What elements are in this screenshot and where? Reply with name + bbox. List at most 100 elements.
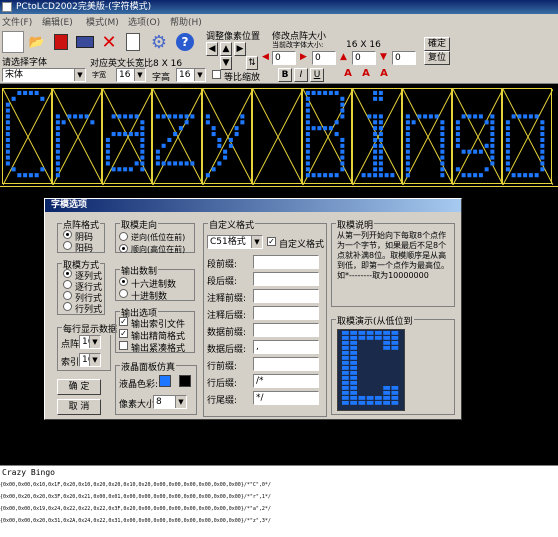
custom-field-input[interactable] [253, 357, 319, 371]
chevron-down-icon[interactable]: ▼ [89, 336, 100, 348]
document-icon[interactable] [122, 31, 144, 53]
bold-button[interactable]: B [278, 68, 292, 82]
menu-help[interactable]: 帮助(H) [170, 15, 202, 28]
lcd-off-color-swatch[interactable] [179, 375, 191, 387]
custom-field-input[interactable]: */ [253, 391, 319, 405]
glyph-dot [484, 167, 489, 172]
char-cell[interactable] [2, 88, 53, 185]
char-cell[interactable] [102, 88, 153, 185]
settings-gear-icon[interactable]: ⚙ [148, 31, 170, 53]
custom-field-input[interactable] [253, 255, 319, 269]
char-cell[interactable] [252, 88, 303, 185]
char-cell[interactable] [352, 88, 403, 185]
menu-edit[interactable]: 编辑(E) [42, 15, 73, 28]
preview-dot [350, 391, 357, 395]
radio-forward[interactable] [119, 244, 128, 253]
checkbox-index-file[interactable]: ✓ [119, 317, 128, 326]
char-cell[interactable] [52, 88, 103, 185]
radio-yangma[interactable] [63, 241, 72, 250]
left-spin[interactable]: 0 [272, 51, 296, 65]
help-icon[interactable]: ? [174, 31, 196, 53]
delete-icon[interactable]: ✕ [98, 31, 120, 53]
menu-options[interactable]: 选项(O) [128, 15, 160, 28]
proportional-checkbox[interactable] [212, 70, 221, 79]
flip-button[interactable]: ⇅ [246, 56, 258, 70]
pixel-size-select[interactable]: 8 ▼ [153, 395, 187, 409]
shift-up-button[interactable]: ▲ [220, 42, 232, 56]
char-cell[interactable] [452, 88, 503, 185]
open-folder-icon[interactable]: 📂 [26, 31, 48, 53]
save-icon[interactable] [50, 31, 72, 53]
char-cell[interactable] [502, 88, 553, 185]
radio-dec[interactable] [119, 289, 128, 298]
desc-title: 取模说明 [336, 218, 375, 231]
rotate-icon[interactable]: A [358, 65, 374, 81]
chevron-down-icon[interactable]: ▼ [194, 69, 205, 81]
font-select[interactable]: 宋体 ▼ [2, 68, 86, 82]
underline-button[interactable]: U [310, 68, 324, 82]
mirror-icon[interactable]: A [340, 65, 356, 81]
glyph-dot [411, 120, 416, 125]
preview-dot [383, 391, 390, 395]
menu-file[interactable]: 文件(F) [2, 15, 32, 28]
custom-field-input[interactable] [253, 323, 319, 337]
chevron-down-icon[interactable]: ▼ [251, 236, 262, 248]
dot-count-select[interactable]: 16 ▼ [79, 335, 101, 349]
down-spin[interactable]: 0 [392, 51, 416, 65]
radio-column[interactable] [63, 269, 72, 278]
preview-dot [342, 396, 349, 400]
menu-mode[interactable]: 模式(M) [86, 15, 119, 28]
up-spin[interactable]: 0 [352, 51, 376, 65]
char-cell[interactable] [202, 88, 253, 185]
cancel-button[interactable]: 取 消 [57, 399, 101, 415]
italic-button[interactable]: I [294, 68, 308, 82]
radio-hex[interactable] [119, 277, 128, 286]
radio-reverse[interactable] [119, 232, 128, 241]
right-spin[interactable]: 0 [312, 51, 336, 65]
invert-icon[interactable]: A [376, 65, 392, 81]
glyph-dot [490, 126, 495, 131]
chevron-down-icon[interactable]: ▼ [89, 354, 100, 366]
lcd-on-color-swatch[interactable] [159, 375, 171, 387]
glyph-dot [111, 132, 116, 137]
output-text-area[interactable]: Crazy Bingo {0x00,0x00,0x10,0x1F,0x20,0x… [0, 465, 558, 537]
custom-field-input[interactable] [253, 289, 319, 303]
radio-row[interactable] [63, 280, 72, 289]
checkbox-compact[interactable]: ✓ [119, 329, 128, 338]
new-file-icon[interactable] [2, 31, 24, 53]
format-select[interactable]: C51格式 ▼ [207, 235, 263, 249]
radio-column-row[interactable] [63, 291, 72, 300]
glyph-dot [467, 114, 472, 119]
char-cell[interactable] [152, 88, 203, 185]
custom-format-checkbox[interactable]: ✓ [267, 237, 276, 246]
char-height-select[interactable]: 16 ▼ [176, 68, 206, 82]
restore-size-button[interactable]: 复位 [424, 51, 450, 65]
confirm-size-button[interactable]: 確定 [424, 37, 450, 51]
shift-down-button[interactable]: ▼ [220, 56, 232, 70]
print-icon[interactable] [74, 31, 96, 53]
char-width-select[interactable]: 16 ▼ [116, 68, 146, 82]
shift-right-button[interactable]: ▶ [234, 42, 246, 56]
custom-field-input[interactable]: /* [253, 374, 319, 388]
glyph-dot [334, 90, 339, 95]
radio-row-column[interactable] [63, 302, 72, 311]
arrow-left-icon: ◀ [262, 52, 269, 62]
chevron-down-icon[interactable]: ▼ [74, 69, 85, 81]
radio-yinma[interactable] [63, 230, 72, 239]
preview-dot [350, 361, 357, 365]
shift-left-button[interactable]: ◀ [206, 42, 218, 56]
glyph-dot [55, 149, 60, 154]
custom-field-input[interactable]: , [253, 340, 319, 354]
checkbox-tight[interactable] [119, 341, 128, 350]
char-cell[interactable] [302, 88, 353, 185]
chevron-down-icon[interactable]: ▼ [175, 396, 186, 408]
char-cell[interactable] [402, 88, 453, 185]
custom-field-input[interactable] [253, 306, 319, 320]
ok-button[interactable]: 确 定 [57, 379, 101, 395]
chevron-down-icon[interactable]: ▼ [134, 69, 145, 81]
preview-dot [342, 391, 349, 395]
custom-field-input[interactable] [253, 272, 319, 286]
index-count-select[interactable]: 16 ▼ [79, 353, 101, 367]
glyph-dot [461, 114, 466, 119]
preview-dot [383, 401, 390, 405]
